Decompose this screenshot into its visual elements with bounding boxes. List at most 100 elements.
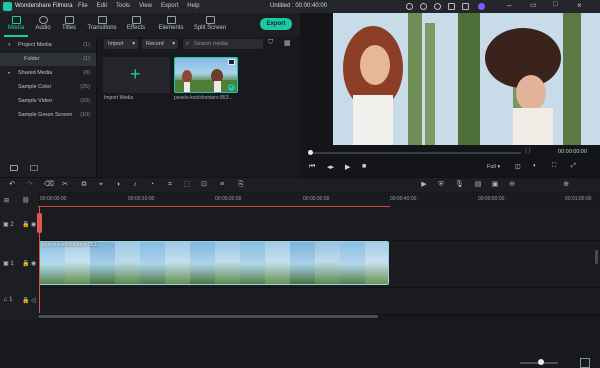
ruler-label: 00:01:00:00 xyxy=(565,196,592,202)
light-icon[interactable] xyxy=(406,3,413,10)
maximize-icon[interactable]: □ xyxy=(553,1,557,8)
mute-icon[interactable]: ◁ xyxy=(31,297,36,304)
link-icon[interactable]: ⛓ xyxy=(22,197,30,204)
sidebar-item-folder[interactable]: Folder (1) xyxy=(0,53,96,66)
crop-icon[interactable]: ⧉ xyxy=(80,181,88,189)
playhead[interactable] xyxy=(39,207,40,313)
zoom-slider-handle[interactable] xyxy=(538,359,544,365)
snapshot-icon[interactable]: ◫ xyxy=(515,163,521,170)
fullscreen-icon[interactable]: ⛶ xyxy=(552,163,556,170)
menu-export[interactable]: Export xyxy=(161,3,178,9)
video-type-icon xyxy=(228,59,235,65)
timeline-vertical-scrollbar[interactable] xyxy=(595,250,598,264)
tab-transitions[interactable]: Transitions xyxy=(84,13,120,37)
green-screen-icon[interactable]: ⌗ xyxy=(166,181,174,189)
menu-tools[interactable]: Tools xyxy=(116,3,130,9)
preview-progress-track[interactable] xyxy=(311,152,521,154)
add-track-icon[interactable]: ⊞ xyxy=(4,197,9,204)
play-icon[interactable]: ▶ xyxy=(345,163,350,171)
adjust-icon[interactable]: ≡ xyxy=(218,181,226,189)
step-back-icon[interactable]: ◂▸ xyxy=(327,163,334,171)
delete-icon[interactable]: ⌫ xyxy=(44,181,54,189)
sidebar-item-shared-media[interactable]: ▸ Shared Media (0) xyxy=(0,67,96,80)
avatar[interactable] xyxy=(478,3,485,10)
menu-edit[interactable]: Edit xyxy=(97,3,107,9)
import-dropdown[interactable]: Import ▾ xyxy=(104,39,138,49)
quality-select[interactable]: Full ▾ xyxy=(487,164,500,170)
tab-titles[interactable]: Titles xyxy=(57,13,81,37)
video-track-2[interactable] xyxy=(38,208,600,241)
eye-icon[interactable]: ◉ xyxy=(31,221,36,228)
record-dropdown[interactable]: Record ▾ xyxy=(142,39,178,49)
menu-view[interactable]: View xyxy=(139,3,152,9)
notification-icon[interactable] xyxy=(434,3,441,10)
menu-file[interactable]: File xyxy=(78,3,88,9)
sidebar-item-project-media[interactable]: ▾ Project Media (1) xyxy=(0,39,96,52)
title-bar: Wondershare Filmora File Edit Tools View… xyxy=(0,0,600,13)
search-input[interactable]: ⌕ Search media xyxy=(183,39,263,49)
voiceover-icon[interactable]: ▤ xyxy=(474,181,482,189)
snap-icon[interactable]: ▣ xyxy=(491,181,499,189)
previous-frame-icon[interactable]: ⏮ xyxy=(309,163,315,171)
zoom-in-icon[interactable]: ⊕ xyxy=(562,181,570,189)
item-count: (20) xyxy=(80,98,90,104)
tab-elements[interactable]: Elements xyxy=(153,13,189,37)
main-toolbar: Media Audio Titles Transitions Effects E… xyxy=(0,13,300,37)
app-name: Wondershare Filmora xyxy=(15,3,73,9)
search-icon: ⌕ xyxy=(186,41,190,47)
tab-audio[interactable]: Audio xyxy=(31,13,55,37)
expand-icon[interactable]: ⤢ xyxy=(571,163,576,170)
color-icon[interactable]: ◑ xyxy=(114,181,122,189)
minimize-icon[interactable]: – xyxy=(507,1,511,10)
render-icon[interactable]: ▶ xyxy=(420,181,428,189)
chevron-down-icon: ▾ xyxy=(172,41,175,47)
export-button[interactable]: Export xyxy=(260,18,292,30)
tab-split-screen[interactable]: Split Screen xyxy=(190,13,230,37)
sidebar-item-sample-video[interactable]: Sample Video (20) xyxy=(0,95,96,108)
sidebar-item-sample-green-screen[interactable]: Sample Green Screen (10) xyxy=(0,109,96,122)
media-icon xyxy=(11,16,21,24)
audio-track-1[interactable] xyxy=(38,288,600,315)
microphone-icon[interactable]: 🎙 xyxy=(455,181,464,189)
audio-icon[interactable]: ♪ xyxy=(131,181,139,189)
zoom-icon[interactable]: ⌖ xyxy=(97,181,105,189)
zoom-out-icon[interactable]: ⊖ xyxy=(508,181,516,189)
tab-effects[interactable]: Effects xyxy=(121,13,151,37)
close-icon[interactable]: × xyxy=(577,1,582,10)
redo-icon[interactable]: ↷ xyxy=(26,181,34,189)
filter-icon[interactable]: ⛉ xyxy=(268,39,273,47)
undo-icon[interactable]: ↶ xyxy=(8,181,16,189)
volume-icon[interactable]: ◐ xyxy=(533,163,537,169)
quality-value: Full xyxy=(487,164,496,170)
media-clip-thumbnail[interactable]: ✓ xyxy=(174,57,238,93)
menu-help[interactable]: Help xyxy=(187,3,199,9)
lock-icon[interactable]: 🔒 xyxy=(22,221,29,228)
cut-icon[interactable]: ✂ xyxy=(61,181,69,189)
preview-progress-handle[interactable] xyxy=(308,150,313,155)
grid-view-icon[interactable]: ▦ xyxy=(284,39,291,47)
duration-icon[interactable]: ◔ xyxy=(148,181,156,189)
import-media-tile[interactable]: + xyxy=(103,57,170,93)
keyframe-icon[interactable]: ⬚ xyxy=(183,181,191,189)
gift-icon[interactable] xyxy=(462,3,469,10)
lock-icon[interactable]: 🔒 xyxy=(22,297,29,304)
sidebar-item-sample-color[interactable]: Sample Color (25) xyxy=(0,81,96,94)
tab-media[interactable]: Media xyxy=(2,13,30,37)
new-folder-icon[interactable] xyxy=(10,165,18,171)
stop-icon[interactable]: ■ xyxy=(362,163,366,170)
cloud-icon[interactable] xyxy=(448,3,455,10)
layout-icon[interactable]: ▭ xyxy=(530,1,537,9)
account-icon[interactable] xyxy=(420,3,427,10)
timeline-layout-icon[interactable] xyxy=(580,358,590,368)
timeline-horizontal-scrollbar[interactable] xyxy=(38,315,378,318)
speech-to-text-icon[interactable]: ⎘ xyxy=(237,181,245,189)
shield-icon[interactable]: ⛨ xyxy=(437,181,445,189)
effects-icon xyxy=(131,16,141,24)
eye-icon[interactable]: ◉ xyxy=(31,260,36,267)
folder-icon[interactable] xyxy=(30,165,38,171)
mark-in-out-icon[interactable]: { } xyxy=(525,148,531,154)
ruler-label: 00:00:10:00 xyxy=(128,196,155,202)
filmora-logo-icon xyxy=(3,2,12,11)
motion-icon[interactable]: ⊡ xyxy=(200,181,208,189)
lock-icon[interactable]: 🔒 xyxy=(22,260,29,267)
